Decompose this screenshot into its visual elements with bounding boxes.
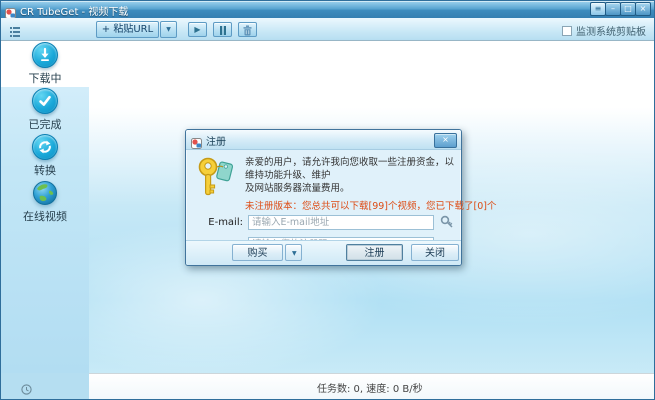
- clipboard-monitor-control: 监测系统剪贴板: [562, 23, 646, 38]
- registration-key-icon: [196, 155, 238, 205]
- request-code-button[interactable]: [439, 215, 455, 231]
- app-logo-icon: [5, 4, 16, 15]
- sidebar: 下载中 已完成 转换 在线视频: [1, 41, 89, 373]
- buy-button[interactable]: 购买: [232, 244, 283, 261]
- dialog-title-bar: 注册 ×: [186, 130, 461, 150]
- globe-icon: [32, 180, 58, 206]
- sidebar-item-label: 下载中: [29, 70, 62, 86]
- download-icon: [32, 42, 58, 68]
- sidebar-item-convert[interactable]: 转换: [1, 133, 89, 179]
- window-menu-button[interactable]: ≡: [590, 2, 606, 16]
- close-button[interactable]: ×: [635, 2, 651, 16]
- convert-icon: [32, 134, 58, 160]
- dialog-body: 亲爱的用户，请允许我向您收取一些注册资金，以维持功能升级、维护 及网站服务器流量…: [186, 149, 461, 241]
- dialog-message-line1: 亲爱的用户，请允许我向您收取一些注册资金，以维持功能升级、维护: [245, 156, 457, 182]
- dialog-message-line2: 及网站服务器流量费用。: [245, 182, 457, 195]
- maximize-button[interactable]: □: [620, 2, 636, 16]
- dialog-footer: 购买 ▼ 注册 关闭: [186, 240, 461, 265]
- toolbar: + 粘贴URL ▼ ▶ 监测系统剪贴板: [1, 18, 654, 41]
- status-bar: 任务数: 0, 速度: 0 B/秒: [1, 373, 654, 399]
- clipboard-monitor-label: 监测系统剪贴板: [576, 23, 646, 38]
- trash-icon: [242, 25, 253, 36]
- email-field[interactable]: [248, 215, 434, 230]
- dialog-message: 亲爱的用户，请允许我向您收取一些注册资金，以维持功能升级、维护 及网站服务器流量…: [245, 156, 457, 195]
- scheduler-clock-icon[interactable]: [21, 380, 32, 399]
- app-window: CR TubeGet - 视频下载 ≡ – □ × + 粘贴URL ▼ ▶ 监测…: [0, 0, 655, 400]
- check-icon: [32, 88, 58, 114]
- register-button[interactable]: 注册: [346, 244, 403, 261]
- email-label: E-mail:: [186, 217, 243, 228]
- dialog-title: 注册: [206, 133, 226, 148]
- dialog-app-icon: [191, 134, 202, 145]
- title-bar: CR TubeGet - 视频下载 ≡ – □ ×: [1, 1, 654, 18]
- register-dialog: 注册 × 亲爱的用户，请允许我向您收取一些注册资金，以维持功能升级、维护 及网站…: [185, 129, 462, 266]
- status-bar-left: [1, 373, 89, 399]
- sidebar-item-label: 已完成: [29, 116, 62, 132]
- sidebar-item-downloading[interactable]: 下载中: [1, 41, 89, 87]
- paste-url-dropdown-button[interactable]: ▼: [160, 21, 177, 38]
- status-bar-main: 任务数: 0, 速度: 0 B/秒: [89, 373, 654, 399]
- pause-icon: [219, 26, 227, 35]
- delete-task-button[interactable]: [238, 22, 257, 37]
- paste-url-button[interactable]: + 粘贴URL: [96, 21, 159, 38]
- task-list-icon[interactable]: [9, 23, 21, 42]
- unregistered-warning: 未注册版本：您总共可以下载[99]个视频，您已下载了[0]个: [245, 198, 459, 212]
- buy-dropdown-button[interactable]: ▼: [285, 244, 302, 261]
- minimize-button[interactable]: –: [605, 2, 621, 16]
- play-icon: ▶: [194, 25, 200, 34]
- sidebar-item-completed[interactable]: 已完成: [1, 87, 89, 133]
- sidebar-item-online-video[interactable]: 在线视频: [1, 179, 89, 225]
- window-title: CR TubeGet - 视频下载: [20, 3, 128, 18]
- small-key-icon: [440, 215, 454, 229]
- sidebar-item-label: 在线视频: [23, 208, 67, 224]
- pause-download-button[interactable]: [213, 22, 232, 37]
- start-download-button[interactable]: ▶: [188, 22, 207, 37]
- dialog-close-icon[interactable]: ×: [434, 133, 457, 148]
- status-text: 任务数: 0, 速度: 0 B/秒: [317, 380, 423, 395]
- sidebar-item-label: 转换: [34, 162, 56, 178]
- dialog-close-button[interactable]: 关闭: [411, 244, 459, 261]
- clipboard-monitor-checkbox[interactable]: [562, 26, 572, 36]
